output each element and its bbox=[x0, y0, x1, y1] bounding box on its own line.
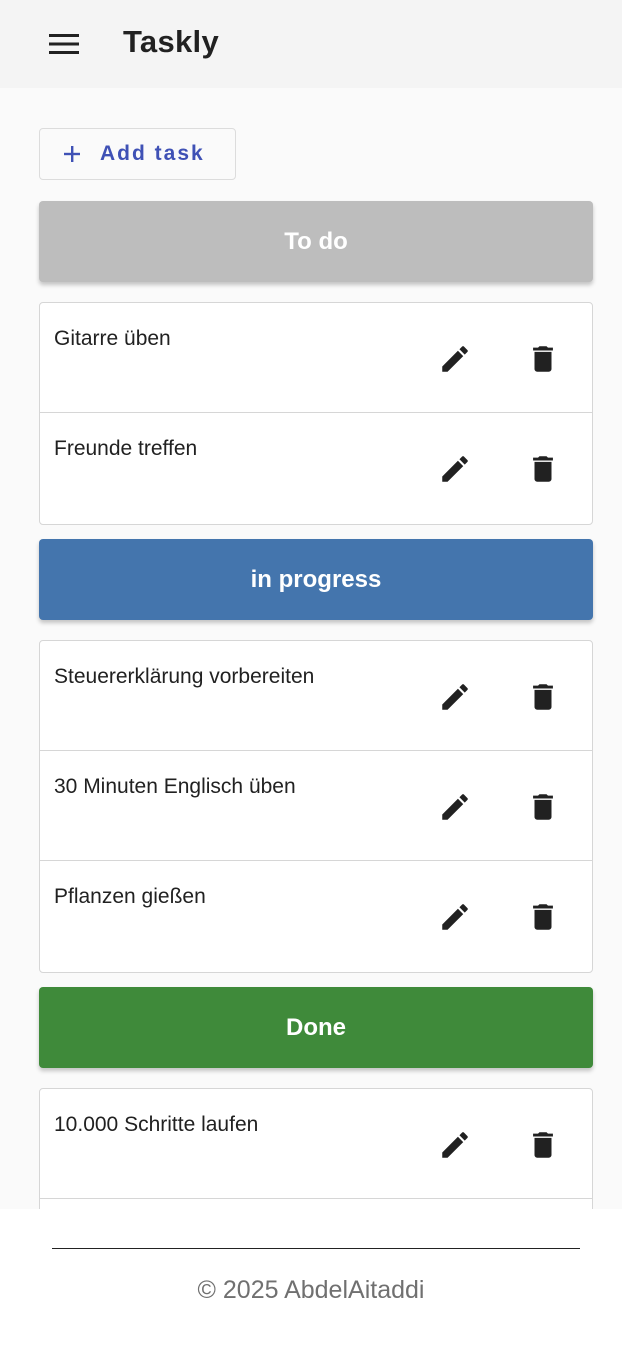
task-text: Gitarre üben bbox=[54, 327, 171, 350]
trash-icon bbox=[533, 346, 553, 372]
delete-task-button[interactable] bbox=[523, 1125, 563, 1165]
edit-task-button[interactable] bbox=[435, 897, 475, 937]
delete-task-button[interactable] bbox=[523, 897, 563, 937]
trash-icon bbox=[533, 904, 553, 930]
task-row: Pflanzen gießen bbox=[40, 861, 592, 971]
task-text: Steuererklärung vorbereiten bbox=[54, 665, 315, 688]
footer-divider bbox=[52, 1248, 580, 1249]
pencil-icon bbox=[442, 1132, 468, 1158]
trash-icon bbox=[533, 794, 553, 820]
column-header-in-progress[interactable]: in progress bbox=[39, 539, 593, 620]
add-task-label: Add task bbox=[100, 142, 205, 165]
plus-icon bbox=[62, 144, 82, 164]
task-list-todo: Gitarre üben Freunde treffen bbox=[39, 302, 593, 525]
column-header-todo[interactable]: To do bbox=[39, 201, 593, 282]
pencil-icon bbox=[442, 794, 468, 820]
task-text: 10.000 Schritte laufen bbox=[54, 1113, 259, 1136]
main-content: Add task To do Gitarre üben Freunde tref… bbox=[0, 88, 622, 1209]
hamburger-menu-icon bbox=[49, 34, 79, 54]
task-row: Freunde treffen bbox=[40, 413, 592, 523]
pencil-icon bbox=[442, 346, 468, 372]
task-row: 30 Minuten Englisch üben bbox=[40, 751, 592, 861]
task-text: Freunde treffen bbox=[54, 437, 198, 460]
delete-task-button[interactable] bbox=[523, 677, 563, 717]
task-row: 10.000 Schritte laufen bbox=[40, 1089, 592, 1199]
trash-icon bbox=[533, 1132, 553, 1158]
task-row: Steuererklärung vorbereiten bbox=[40, 641, 592, 751]
edit-task-button[interactable] bbox=[435, 1125, 475, 1165]
app-bar: Taskly bbox=[0, 0, 622, 88]
pencil-icon bbox=[442, 684, 468, 710]
column-header-done[interactable]: Done bbox=[39, 987, 593, 1068]
task-text: Pflanzen gießen bbox=[54, 885, 206, 908]
pencil-icon bbox=[442, 456, 468, 482]
delete-task-button[interactable] bbox=[523, 787, 563, 827]
edit-task-button[interactable] bbox=[435, 787, 475, 827]
edit-task-button[interactable] bbox=[435, 339, 475, 379]
edit-task-button[interactable] bbox=[435, 449, 475, 489]
pencil-icon bbox=[442, 904, 468, 930]
task-row: Gitarre üben bbox=[40, 303, 592, 413]
delete-task-button[interactable] bbox=[523, 339, 563, 379]
task-list-done: 10.000 Schritte laufen bbox=[39, 1088, 593, 1209]
edit-task-button[interactable] bbox=[435, 677, 475, 717]
task-list-in-progress: Steuererklärung vorbereiten 30 Minuten E… bbox=[39, 640, 593, 973]
footer-copyright: © 2025 AbdelAitaddi bbox=[197, 1276, 425, 1304]
add-task-button[interactable]: Add task bbox=[39, 128, 236, 180]
task-text: 30 Minuten Englisch üben bbox=[54, 775, 296, 798]
trash-icon bbox=[533, 684, 553, 710]
task-row bbox=[40, 1199, 592, 1209]
delete-task-button[interactable] bbox=[523, 449, 563, 489]
menu-button[interactable] bbox=[44, 26, 84, 62]
trash-icon bbox=[533, 456, 553, 482]
app-title: Taskly bbox=[123, 24, 220, 59]
